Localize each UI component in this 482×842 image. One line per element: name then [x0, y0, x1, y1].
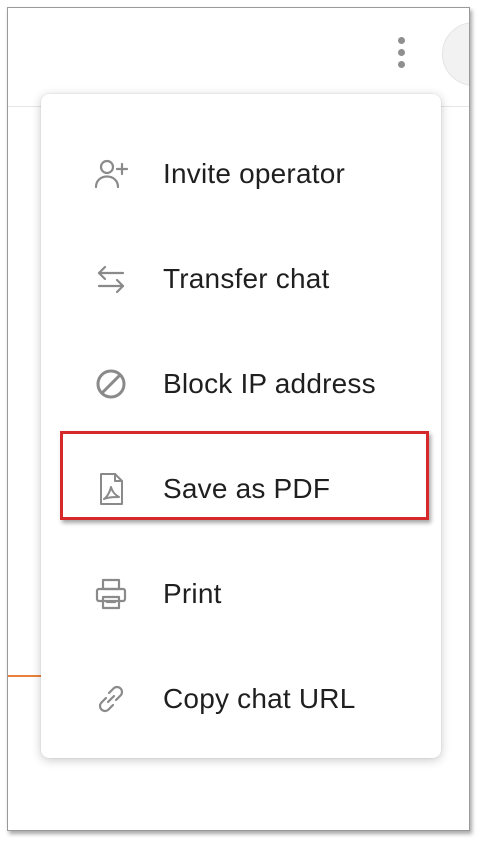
printer-icon — [93, 576, 129, 612]
pdf-file-icon — [93, 471, 129, 507]
avatar[interactable] — [442, 22, 469, 86]
menu-item-label: Save as PDF — [163, 473, 331, 504]
menu-item-label: Block IP address — [163, 368, 376, 399]
menu-item-label: Print — [163, 578, 222, 609]
chat-options-menu: Invite operator Transfer chat Block IP a… — [41, 94, 441, 758]
more-options-icon[interactable] — [391, 30, 411, 74]
menu-item-block-ip[interactable]: Block IP address — [41, 332, 441, 436]
menu-item-transfer-chat[interactable]: Transfer chat — [41, 227, 441, 331]
link-icon — [93, 681, 129, 717]
block-icon — [93, 366, 129, 402]
menu-item-label: Invite operator — [163, 158, 345, 189]
menu-item-label: Transfer chat — [163, 263, 330, 294]
kebab-dot — [397, 60, 405, 68]
menu-item-print[interactable]: Print — [41, 542, 441, 646]
kebab-dot — [397, 48, 405, 56]
app-window: Invite operator Transfer chat Block IP a… — [7, 7, 470, 831]
menu-item-label: Copy chat URL — [163, 683, 356, 714]
transfer-arrows-icon — [93, 261, 129, 297]
add-user-icon — [93, 156, 129, 192]
accent-divider — [8, 675, 42, 677]
kebab-dot — [397, 36, 405, 44]
menu-item-invite-operator[interactable]: Invite operator — [41, 122, 441, 226]
menu-item-copy-url[interactable]: Copy chat URL — [41, 647, 441, 751]
menu-item-save-pdf[interactable]: Save as PDF — [41, 437, 441, 541]
